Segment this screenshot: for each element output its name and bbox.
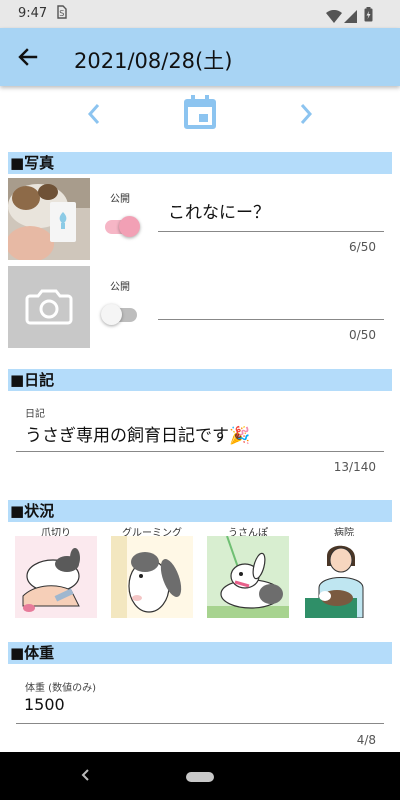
grooming-illustration — [111, 536, 193, 618]
nail-clipping-illustration — [15, 536, 97, 618]
public-toggle-2[interactable] — [101, 302, 141, 326]
status-card-rabbit-walk[interactable] — [207, 536, 289, 618]
party-popper-emoji: 🎉 — [229, 426, 251, 446]
diary-field[interactable]: うさぎ専用の飼育日記です🎉 — [16, 418, 384, 452]
previous-day-button[interactable] — [84, 100, 104, 128]
hospital-illustration — [303, 536, 385, 618]
section-header-diary: ■日記 — [8, 369, 392, 391]
calendar-icon — [184, 95, 216, 129]
system-navigation-bar — [0, 752, 400, 800]
status-time: 9:47 — [18, 6, 48, 21]
photo-thumbnail-1[interactable] — [8, 178, 90, 260]
photo-placeholder-2[interactable] — [8, 266, 90, 348]
rabbit-walk-illustration — [207, 536, 289, 618]
back-button[interactable] — [14, 43, 42, 71]
svg-text:S: S — [59, 9, 64, 18]
diary-counter: 13/140 — [333, 460, 376, 474]
photo-caption-field-2[interactable] — [158, 280, 384, 320]
status-card-hospital[interactable] — [303, 536, 385, 618]
status-card-grooming[interactable] — [111, 536, 193, 618]
date-navigation — [0, 92, 400, 136]
calendar-button[interactable] — [183, 94, 217, 130]
toggle-knob — [101, 304, 122, 325]
cellular-signal-icon — [344, 8, 357, 27]
diary-text: うさぎ専用の飼育日記です — [25, 426, 229, 446]
wifi-icon — [326, 8, 342, 27]
sim-card-icon: S — [57, 5, 67, 23]
photo-caption-value-1: これなにー？ — [168, 203, 270, 223]
system-back-button[interactable] — [80, 766, 90, 787]
section-header-weight: ■体重 — [8, 642, 392, 664]
next-day-button[interactable] — [296, 100, 316, 128]
weight-field[interactable]: 1500 — [16, 692, 384, 724]
photo-caption-field-1[interactable]: これなにー？ — [158, 192, 384, 232]
public-label-2: 公開 — [110, 282, 130, 293]
system-home-button[interactable] — [186, 772, 214, 782]
section-header-photos: ■写真 — [8, 152, 392, 174]
status-card-nail-clipping[interactable] — [15, 536, 97, 618]
status-bar: 9:47 S — [0, 0, 400, 28]
battery-icon — [364, 7, 373, 26]
weight-value: 1500 — [24, 695, 65, 714]
chevron-right-icon — [300, 104, 313, 124]
diary-value: うさぎ専用の飼育日記です🎉 — [25, 421, 250, 446]
rabbit-photo-image — [8, 178, 90, 260]
arrow-left-icon — [18, 48, 38, 66]
chevron-left-icon — [87, 104, 100, 124]
photo-caption-counter-2: 0/50 — [349, 328, 376, 342]
app-bar: 2021/08/28(土) — [0, 28, 400, 86]
section-header-status: ■状況 — [8, 500, 392, 522]
toggle-knob — [119, 216, 140, 237]
photo-caption-counter-1: 6/50 — [349, 240, 376, 254]
weight-counter: 4/8 — [356, 733, 376, 747]
public-label-1: 公開 — [110, 194, 130, 205]
public-toggle-1[interactable] — [101, 214, 141, 238]
system-back-icon — [81, 769, 89, 781]
page-title: 2021/08/28(土) — [74, 49, 233, 73]
camera-icon — [25, 289, 73, 325]
